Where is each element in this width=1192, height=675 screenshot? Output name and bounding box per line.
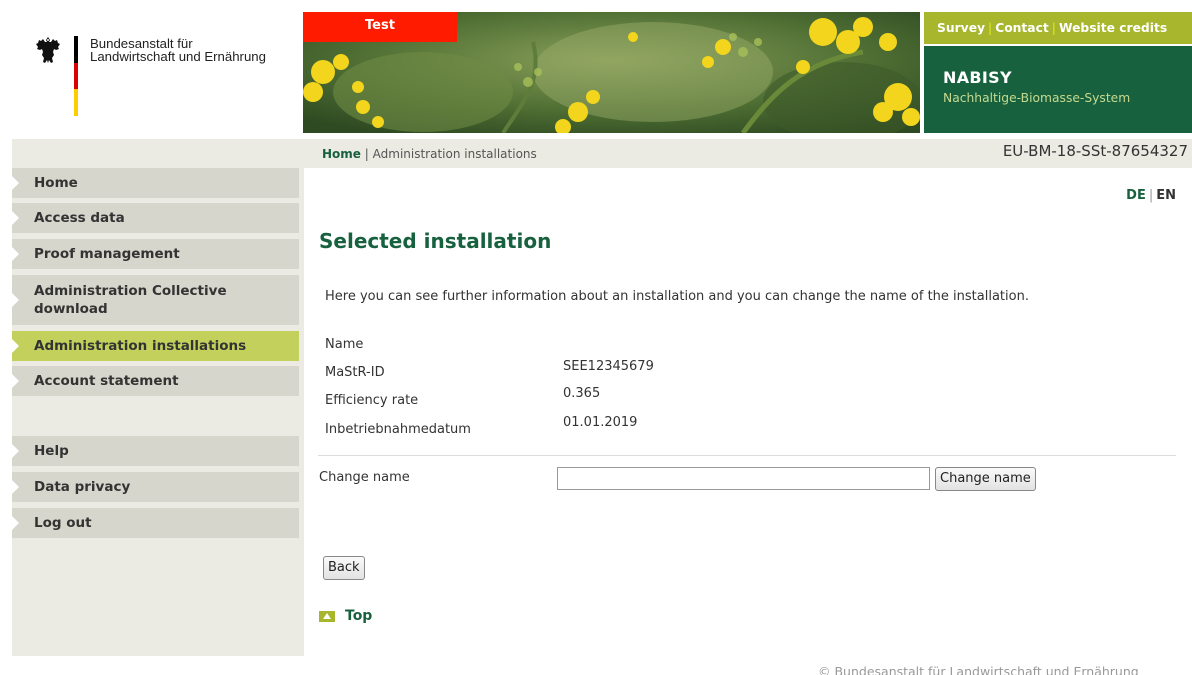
field-label-name: Name bbox=[325, 337, 364, 352]
language-separator: | bbox=[1148, 188, 1154, 203]
nav-triangle-icon bbox=[12, 339, 19, 353]
breadcrumb: Home | Administration installations bbox=[322, 147, 537, 161]
website-credits-link[interactable]: Website credits bbox=[1059, 21, 1167, 35]
logo-line-2: Landwirtschaft und Ernährung bbox=[90, 49, 266, 64]
survey-link[interactable]: Survey bbox=[937, 21, 985, 35]
nav-triangle-icon bbox=[12, 293, 19, 307]
page-intro: Here you can see further information abo… bbox=[325, 289, 1029, 304]
sidebar-item-administration-collective-download[interactable]: Administration Collective download bbox=[12, 275, 299, 325]
sidebar-item-label: Administration installations bbox=[34, 338, 247, 354]
nav-triangle-icon bbox=[12, 444, 19, 458]
sidebar-item-home[interactable]: Home bbox=[12, 168, 299, 198]
sidebar-item-label: Account statement bbox=[34, 373, 179, 389]
language-en-link[interactable]: EN bbox=[1156, 188, 1176, 203]
language-de-link[interactable]: DE bbox=[1126, 188, 1146, 203]
page-title: Selected installation bbox=[319, 229, 552, 253]
nabisy-brand-box: NABISY Nachhaltige-Biomasse-System bbox=[924, 46, 1192, 133]
nav-triangle-icon bbox=[12, 374, 19, 388]
nav-triangle-icon bbox=[12, 516, 19, 530]
field-value-commissioning-date: 01.01.2019 bbox=[563, 415, 638, 430]
brand-title: NABISY bbox=[943, 68, 1012, 87]
sidebar-item-log-out[interactable]: Log out bbox=[12, 508, 299, 538]
header-banner-image: Test bbox=[303, 12, 920, 133]
sidebar-item-account-statement[interactable]: Account statement bbox=[12, 366, 299, 396]
eagle-icon bbox=[36, 37, 60, 63]
field-value-mastr-id: SEE12345679 bbox=[563, 359, 654, 374]
sidebar-item-label: Administration Collective download bbox=[34, 283, 227, 317]
sidebar: Home Access data Proof management Admini… bbox=[12, 168, 304, 656]
nav-triangle-icon bbox=[12, 176, 19, 190]
ble-logo[interactable]: Bundesanstalt für Landwirtschaft und Ern… bbox=[36, 36, 296, 120]
field-label-mastr-id: MaStR-ID bbox=[325, 365, 385, 380]
sidebar-item-label: Home bbox=[34, 175, 78, 191]
sidebar-item-label: Proof management bbox=[34, 246, 180, 262]
field-value-efficiency-rate: 0.365 bbox=[563, 386, 601, 401]
breadcrumb-home-link[interactable]: Home bbox=[322, 147, 361, 161]
test-environment-label: Test bbox=[303, 12, 457, 42]
sidebar-item-label: Log out bbox=[34, 515, 92, 531]
nav-triangle-icon bbox=[12, 480, 19, 494]
back-to-top-label: Top bbox=[345, 608, 373, 624]
arrow-up-icon bbox=[319, 610, 335, 622]
footer-copyright: © Bundesanstalt für Landwirtschaft und E… bbox=[818, 664, 1139, 675]
sidebar-item-access-data[interactable]: Access data bbox=[12, 203, 299, 233]
sidebar-item-help[interactable]: Help bbox=[12, 436, 299, 466]
logo-text: Bundesanstalt für Landwirtschaft und Ern… bbox=[90, 37, 266, 63]
nav-triangle-icon bbox=[12, 211, 19, 225]
german-flag-bar bbox=[74, 36, 78, 116]
document-id: EU-BM-18-SSt-87654327 bbox=[1002, 142, 1188, 160]
sidebar-item-administration-installations[interactable]: Administration installations bbox=[12, 331, 299, 361]
nav-triangle-icon bbox=[12, 247, 19, 261]
sidebar-item-proof-management[interactable]: Proof management bbox=[12, 239, 299, 269]
language-switcher: DE | EN bbox=[1126, 188, 1176, 203]
breadcrumb-current: Administration installations bbox=[372, 147, 537, 161]
change-name-input[interactable] bbox=[557, 467, 930, 490]
back-to-top-link[interactable]: Top bbox=[319, 608, 372, 624]
change-name-label: Change name bbox=[319, 470, 410, 485]
top-navigation: Survey | Contact | Website credits bbox=[924, 12, 1192, 44]
field-label-efficiency-rate: Efficiency rate bbox=[325, 393, 419, 408]
change-name-button[interactable]: Change name bbox=[935, 467, 1036, 491]
field-label-commissioning-date: Inbetriebnahmedatum bbox=[325, 422, 471, 437]
breadcrumb-separator: | bbox=[364, 147, 369, 161]
sidebar-item-data-privacy[interactable]: Data privacy bbox=[12, 472, 299, 502]
divider bbox=[318, 455, 1176, 456]
sidebar-item-label: Access data bbox=[34, 210, 125, 226]
sidebar-item-label: Help bbox=[34, 443, 69, 459]
contact-link[interactable]: Contact bbox=[995, 21, 1049, 35]
brand-subtitle: Nachhaltige-Biomasse-System bbox=[943, 91, 1131, 105]
back-button[interactable]: Back bbox=[323, 556, 365, 580]
sidebar-item-label: Data privacy bbox=[34, 479, 131, 495]
